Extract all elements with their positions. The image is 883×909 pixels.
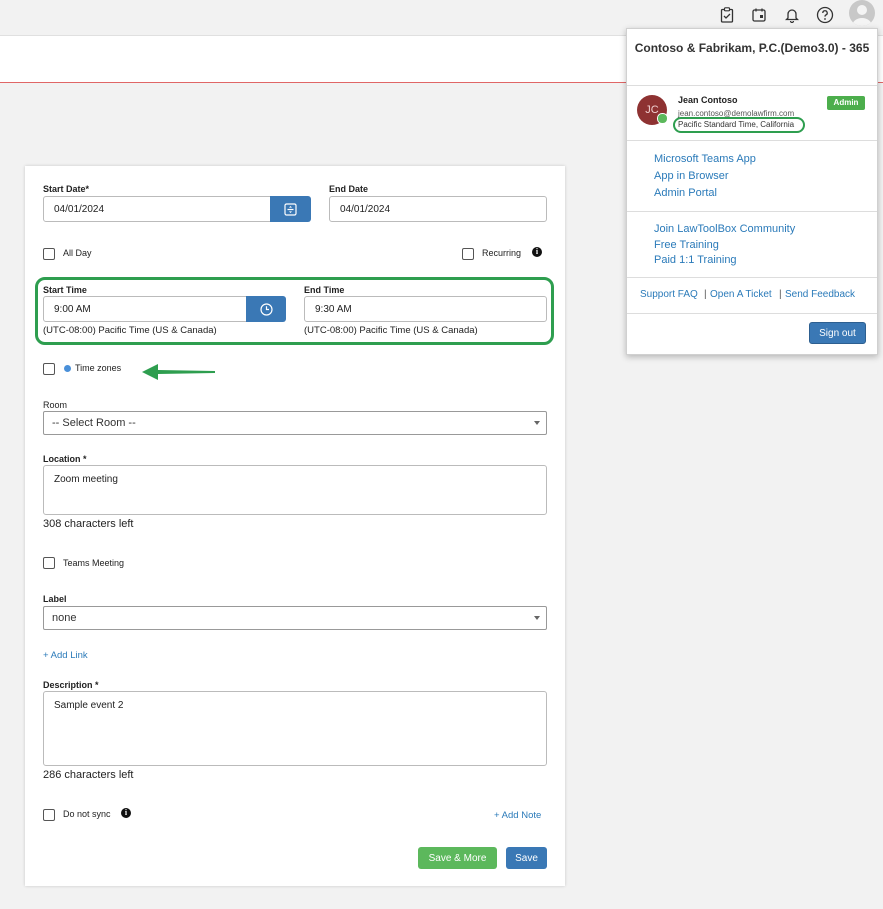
teams-meeting-checkbox[interactable] <box>43 557 55 569</box>
end-date-label: End Date <box>329 184 369 194</box>
end-timezone-text: (UTC-08:00) Pacific Time (US & Canada) <box>304 325 478 336</box>
recurring-checkbox[interactable] <box>462 248 474 260</box>
link-separator: | <box>779 289 782 300</box>
support-faq-link[interactable]: Support FAQ <box>640 289 698 300</box>
bell-icon[interactable] <box>781 4 803 26</box>
save-button[interactable]: Save <box>506 847 547 869</box>
calendar-icon[interactable] <box>748 4 770 26</box>
user-menu-popup: Contoso & Fabrikam, P.C.(Demo3.0) - 365 … <box>626 28 878 355</box>
end-time-input[interactable]: 9:30 AM <box>304 296 547 322</box>
help-icon[interactable] <box>814 4 836 26</box>
admin-badge: Admin <box>827 96 865 110</box>
end-time-label: End Time <box>304 285 345 295</box>
start-date-input[interactable]: 04/01/2024 <box>43 196 271 222</box>
link-separator: | <box>704 289 707 300</box>
label-field-label: Label <box>43 594 67 604</box>
start-time-input[interactable]: 9:00 AM <box>43 296 247 322</box>
calendar-picker-icon <box>284 202 297 216</box>
location-label: Location * <box>43 454 87 464</box>
open-ticket-link[interactable]: Open A Ticket <box>710 289 772 300</box>
sign-out-button[interactable]: Sign out <box>809 322 866 344</box>
save-and-more-button[interactable]: Save & More <box>418 847 497 869</box>
description-textarea[interactable]: Sample event 2 <box>43 691 547 766</box>
description-char-count: 286 characters left <box>43 769 134 781</box>
room-label: Room <box>43 400 68 410</box>
add-note-link[interactable]: + Add Note <box>494 810 541 821</box>
online-status-icon <box>657 113 668 124</box>
label-select-value: none <box>52 612 77 624</box>
location-textarea[interactable]: Zoom meeting <box>43 465 547 515</box>
time-zones-label: Time zones <box>75 363 122 373</box>
globe-icon <box>64 365 71 372</box>
all-day-label: All Day <box>63 248 92 258</box>
divider <box>627 140 877 141</box>
divider <box>627 313 877 314</box>
start-time-picker-button[interactable] <box>246 296 286 322</box>
user-avatar-icon[interactable] <box>849 0 875 26</box>
start-date-picker-button[interactable] <box>270 196 311 222</box>
event-form-card: Start Date* 04/01/2024 End Date 04/01/20… <box>25 166 565 886</box>
user-name: Jean Contoso <box>678 95 738 105</box>
join-community-link[interactable]: Join LawToolBox Community <box>654 223 795 235</box>
divider <box>627 277 877 278</box>
room-select-value: -- Select Room -- <box>52 417 136 429</box>
time-zones-checkbox[interactable] <box>43 363 55 375</box>
start-time-label: Start Time <box>43 285 87 295</box>
teams-app-link[interactable]: Microsoft Teams App <box>654 153 756 165</box>
admin-portal-link[interactable]: Admin Portal <box>654 187 717 199</box>
divider <box>627 85 877 86</box>
all-day-checkbox[interactable] <box>43 248 55 260</box>
room-select[interactable]: -- Select Room -- <box>43 411 547 435</box>
org-title: Contoso & Fabrikam, P.C.(Demo3.0) - 365 <box>634 41 870 55</box>
do-not-sync-label: Do not sync <box>63 809 111 819</box>
recurring-info-icon[interactable]: i <box>532 247 542 257</box>
start-date-label: Start Date* <box>43 184 90 194</box>
label-select[interactable]: none <box>43 606 547 630</box>
clock-icon <box>259 302 273 316</box>
add-link-link[interactable]: + Add Link <box>43 650 88 661</box>
start-timezone-text: (UTC-08:00) Pacific Time (US & Canada) <box>43 325 217 336</box>
clipboard-check-icon[interactable] <box>716 4 738 26</box>
paid-training-link[interactable]: Paid 1:1 Training <box>654 254 737 266</box>
chevron-down-icon <box>534 616 540 620</box>
do-not-sync-info-icon[interactable]: i <box>121 808 131 818</box>
recurring-label: Recurring <box>482 248 522 258</box>
green-arrow-icon <box>142 364 215 380</box>
user-timezone: Pacific Standard Time, California <box>678 120 795 129</box>
description-label: Description * <box>43 680 99 690</box>
teams-meeting-label: Teams Meeting <box>63 558 125 568</box>
app-in-browser-link[interactable]: App in Browser <box>654 170 729 182</box>
divider <box>627 211 877 212</box>
free-training-link[interactable]: Free Training <box>654 239 719 251</box>
chevron-down-icon <box>534 421 540 425</box>
location-char-count: 308 characters left <box>43 518 134 530</box>
end-date-input[interactable]: 04/01/2024 <box>329 196 547 222</box>
send-feedback-link[interactable]: Send Feedback <box>785 289 855 300</box>
do-not-sync-checkbox[interactable] <box>43 809 55 821</box>
